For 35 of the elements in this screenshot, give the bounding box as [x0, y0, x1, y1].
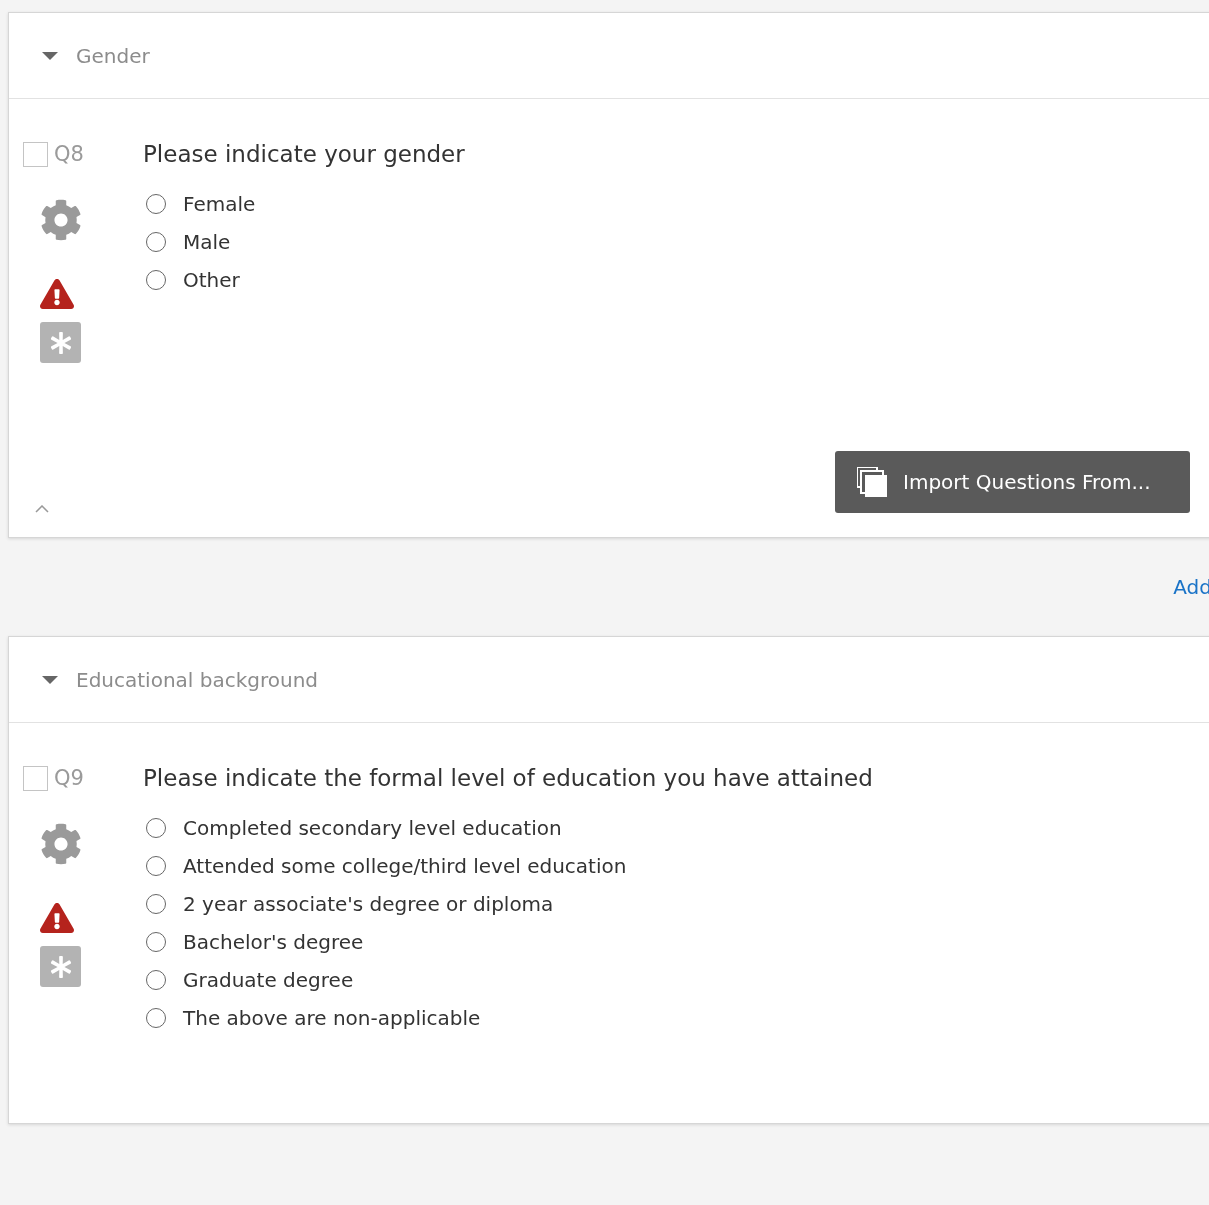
question-checkbox[interactable]: [23, 765, 48, 791]
option-label: The above are non-applicable: [183, 1005, 481, 1030]
collapse-icon[interactable]: [35, 505, 49, 513]
option-label: Male: [183, 229, 231, 254]
settings-icon[interactable]: [40, 823, 82, 865]
question-text: Please indicate your gender: [143, 140, 466, 169]
option-label: Bachelor's degree: [183, 929, 364, 954]
settings-icon[interactable]: [40, 199, 82, 241]
option-label: Attended some college/third level education: [183, 853, 627, 878]
option-label: Completed secondary level education: [183, 815, 562, 840]
option-label: Other: [183, 267, 240, 292]
radio-button[interactable]: [146, 269, 166, 290]
question-number: Q9: [54, 766, 84, 790]
radio-button[interactable]: [146, 931, 166, 952]
option-label: Female: [183, 191, 256, 216]
radio-button[interactable]: [146, 1007, 166, 1028]
import-questions-button[interactable]: Import Questions From...: [835, 451, 1190, 513]
radio-button[interactable]: [146, 817, 166, 838]
caret-icon[interactable]: [41, 50, 59, 61]
caret-icon[interactable]: [41, 674, 59, 685]
question-text: Please indicate the formal level of education you have attained: [143, 764, 874, 793]
option-label: Graduate degree: [183, 967, 354, 992]
radio-button[interactable]: [146, 893, 166, 914]
warning-icon[interactable]: [40, 277, 74, 311]
radio-button[interactable]: [146, 855, 166, 876]
block-title: Gender: [76, 43, 150, 68]
radio-button[interactable]: [146, 969, 166, 990]
question-number: Q8: [54, 142, 84, 166]
option-label: 2 year associate's degree or diploma: [183, 891, 554, 916]
copy-icon: [857, 467, 887, 497]
warning-icon[interactable]: [40, 901, 74, 935]
radio-button[interactable]: [146, 193, 166, 214]
radio-button[interactable]: [146, 231, 166, 252]
block-title: Educational background: [76, 667, 319, 692]
question-checkbox[interactable]: [23, 141, 48, 167]
